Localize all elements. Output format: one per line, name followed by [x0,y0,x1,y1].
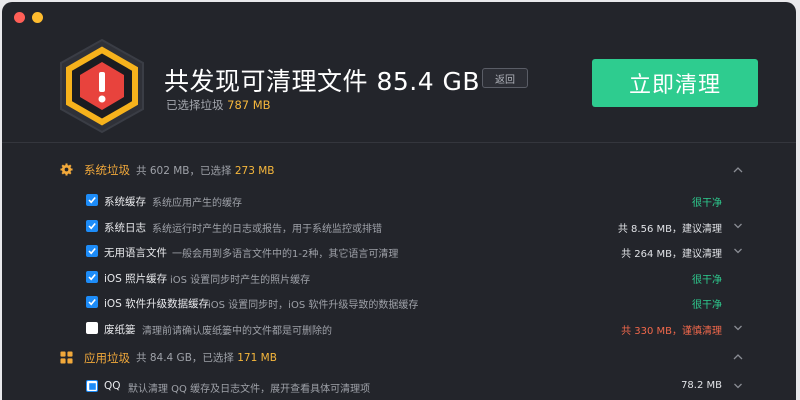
list-item-ios-photo-cache[interactable]: iOS 照片缓存 iOS 设置同步时产生的照片缓存 很干净 [2,265,796,291]
app-window: 共发现可清理文件 85.4 GB 返回 已选择垃圾 787 MB 立即清理 系统… [2,2,796,400]
item-checkbox[interactable] [86,219,98,232]
junk-category-list: 系统垃圾 共 602 MB，已选择 273 MB 系统缓存 系统应用产生的缓存 … [2,152,796,400]
section-meta: 共 602 MB，已选择 273 MB [136,163,274,178]
item-checkbox[interactable] [86,321,98,334]
chevron-down-icon[interactable] [733,324,743,332]
selected-summary-label: 已选择垃圾 [166,98,224,112]
item-status: 78.2 MB [681,380,722,391]
warning-hexagon-icon [60,38,144,134]
item-name: 无用语言文件 [104,247,167,259]
section-title: 系统垃圾 [84,163,130,177]
item-checkbox[interactable] [86,270,98,283]
item-status: 很干净 [692,198,722,209]
item-description: iOS 设置同步时产生的照片缓存 [170,274,311,286]
chevron-up-icon[interactable] [732,164,744,176]
item-name: 废纸篓 [104,323,136,336]
section-meta-amount: 273 MB [234,164,275,177]
section-meta-label: 共 84.4 GB，已选择 [136,352,234,364]
header-divider [2,142,796,143]
scan-result-header: 共发现可清理文件 85.4 GB 返回 已选择垃圾 787 MB 立即清理 [2,2,796,142]
item-description: 清理前请确认废纸篓中的文件都是可删除的 [142,325,332,337]
apps-grid-icon [60,351,73,364]
section-app-junk[interactable]: 应用垃圾 共 84.4 GB，已选择 171 MB [2,341,796,374]
item-description: iOS 设置同步时，iOS 软件升级导致的数据缓存 [208,300,419,311]
item-status: 共 330 MB，谨慎清理 [621,325,722,337]
item-name: 系统日志 [104,221,146,234]
section-meta-label: 共 602 MB，已选择 [136,164,232,177]
list-item-system-cache[interactable]: 系统缓存 系统应用产生的缓存 很干净 [2,188,796,214]
back-button[interactable]: 返回 [482,68,528,88]
gear-icon [60,163,73,176]
item-name: iOS 照片缓存 [104,272,168,285]
item-name: iOS 软件升级数据缓存 [104,298,210,310]
list-item-trash[interactable]: 废纸篓 清理前请确认废纸篓中的文件都是可删除的 共 330 MB，谨慎清理 [2,316,796,342]
chevron-down-icon[interactable] [733,382,743,390]
item-description: 系统运行时产生的日志或报告，用于系统监控或排错 [152,223,382,235]
chevron-down-icon[interactable] [733,222,743,230]
item-name: 系统缓存 [104,196,146,208]
section-system-junk[interactable]: 系统垃圾 共 602 MB，已选择 273 MB [2,152,796,188]
item-status: 很干净 [692,274,722,286]
selected-summary-amount: 787 MB [227,98,271,112]
item-status: 很干净 [692,300,722,311]
chevron-up-icon[interactable] [732,351,744,363]
list-item-language-files[interactable]: 无用语言文件 一般会用到多语言文件中的1-2种，其它语言可清理 共 264 MB… [2,239,796,265]
item-description: 默认清理 QQ 缓存及日志文件，展开查看具体可清理项 [128,384,371,395]
list-item-system-logs[interactable]: 系统日志 系统运行时产生的日志或报告，用于系统监控或排错 共 8.56 MB，建… [2,214,796,240]
clean-now-button[interactable]: 立即清理 [592,59,758,107]
chevron-down-icon[interactable] [733,247,743,255]
section-title: 应用垃圾 [84,350,130,365]
item-description: 系统应用产生的缓存 [152,198,242,209]
item-checkbox[interactable] [86,194,98,206]
list-item-ios-upgrade-cache[interactable]: iOS 软件升级数据缓存 iOS 设置同步时，iOS 软件升级导致的数据缓存 很… [2,290,796,316]
item-checkbox[interactable] [86,245,98,257]
list-item-qq[interactable]: QQ 默认清理 QQ 缓存及日志文件，展开查看具体可清理项 78.2 MB [2,374,796,400]
item-name: QQ [104,380,121,392]
item-description: 一般会用到多语言文件中的1-2种，其它语言可清理 [172,249,399,260]
section-meta-amount: 171 MB [237,352,277,364]
selected-summary: 已选择垃圾 787 MB [166,97,271,113]
item-status: 共 264 MB，建议清理 [621,249,722,260]
item-checkbox[interactable] [86,296,98,308]
item-status: 共 8.56 MB，建议清理 [617,223,722,235]
page-title: 共发现可清理文件 85.4 GB [164,67,481,96]
section-meta: 共 84.4 GB，已选择 171 MB [136,350,277,365]
item-checkbox[interactable] [86,380,98,392]
